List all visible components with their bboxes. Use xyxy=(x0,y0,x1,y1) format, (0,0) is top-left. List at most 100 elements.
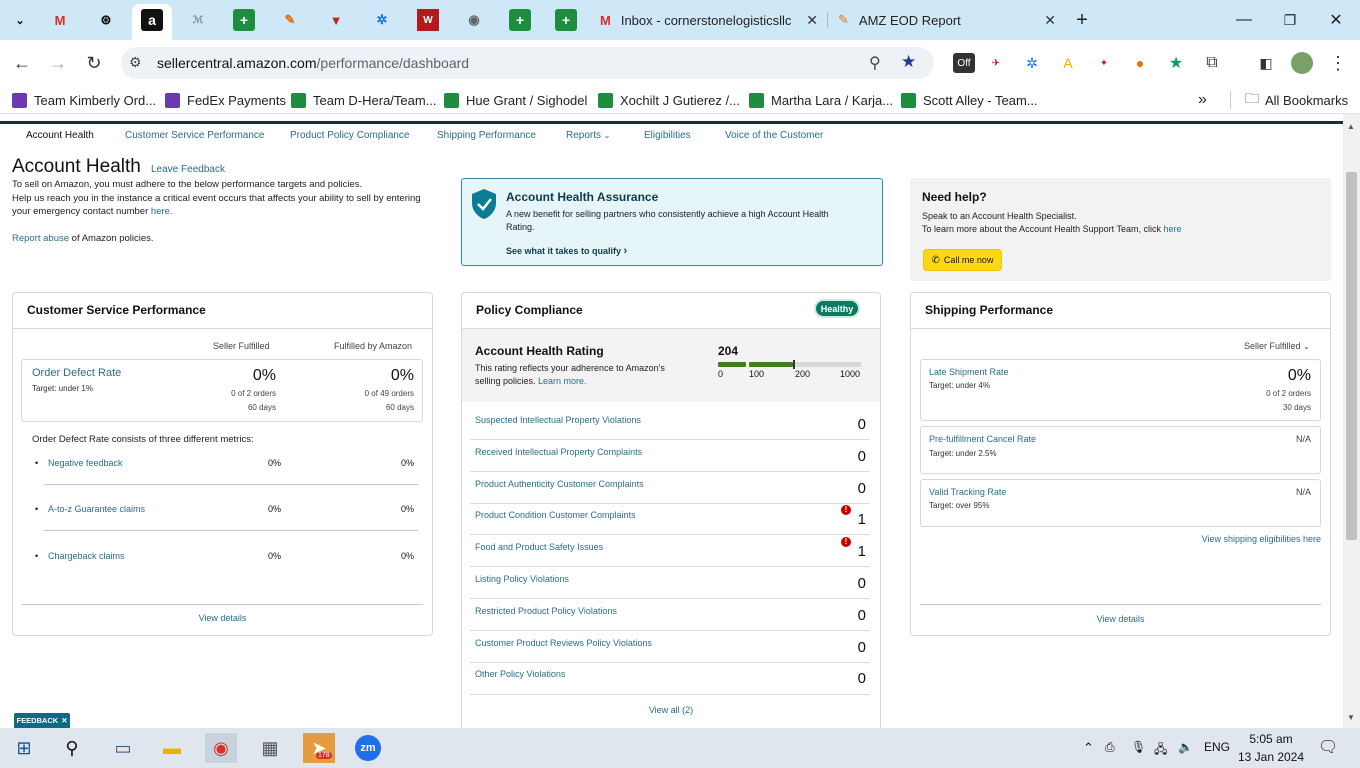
chrome-icon[interactable]: ◉ xyxy=(205,733,237,763)
windows-start-icon[interactable]: ⊞ xyxy=(8,733,40,763)
desktop-app-icon[interactable]: ▭ xyxy=(107,733,139,763)
policy-row-label[interactable]: Suspected Intellectual Property Violatio… xyxy=(475,415,641,425)
gmail-tab[interactable]: M Inbox - cornerstonelogisticsllc2 ✕ xyxy=(596,6,822,34)
zoom-app-icon[interactable]: zm xyxy=(352,733,384,763)
policy-view-all-link[interactable]: View all (2) xyxy=(462,705,880,715)
atoz-claims-link[interactable]: A-to-z Guarantee claims xyxy=(48,504,145,514)
policy-row-label[interactable]: Restricted Product Policy Violations xyxy=(475,606,617,616)
fulfillment-filter-dropdown[interactable]: Seller Fulfilled ⌄ xyxy=(1244,341,1310,351)
policy-row-label[interactable]: Customer Product Reviews Policy Violatio… xyxy=(475,638,652,648)
new-tab-button[interactable]: + xyxy=(1067,9,1097,31)
gmail-tab-icon[interactable]: M xyxy=(49,9,71,31)
bookmark-item[interactable]: Scott Alley - Team... xyxy=(901,91,1038,109)
ahr-learn-more-link[interactable]: Learn more. xyxy=(538,376,587,386)
clock-date[interactable]: 13 Jan 2024 xyxy=(1236,750,1306,764)
search-icon[interactable]: ⚲ xyxy=(56,733,88,763)
minimize-icon[interactable]: — xyxy=(1229,9,1259,31)
extension-off-icon[interactable]: Off xyxy=(953,53,975,73)
bookmarks-overflow-icon[interactable]: » xyxy=(1198,91,1207,109)
site-info-icon[interactable]: ⚙ xyxy=(129,54,142,71)
cancel-rate-link[interactable]: Pre-fulfillment Cancel Rate xyxy=(929,434,1036,444)
zoom-icon[interactable]: ⚲ xyxy=(869,53,881,73)
clock-time[interactable]: 5:05 am xyxy=(1240,732,1302,746)
policy-row-label[interactable]: Listing Policy Violations xyxy=(475,574,569,584)
shipping-view-details-link[interactable]: View details xyxy=(920,614,1321,624)
extension-icon[interactable]: ✲ xyxy=(1021,53,1043,73)
amz-eod-tab[interactable]: ✎ AMZ EOD Report ✕ xyxy=(834,6,1060,34)
file-explorer-icon[interactable]: ▬ xyxy=(156,733,188,763)
dispatch-tab-icon[interactable]: ▼ xyxy=(325,9,347,31)
url-text[interactable]: sellercentral.amazon.com/performance/das… xyxy=(157,55,469,71)
scroll-up-icon[interactable]: ▲ xyxy=(1347,122,1355,131)
leave-feedback-link[interactable]: Leave Feedback xyxy=(151,164,225,175)
close-tab-icon[interactable]: ✕ xyxy=(1044,12,1056,29)
subnav-reports[interactable]: Reports ⌄ xyxy=(566,130,611,141)
bookmark-item[interactable]: Team D-Hera/Team... xyxy=(291,91,437,109)
extension-icon[interactable]: A xyxy=(1057,53,1079,73)
scroll-down-icon[interactable]: ▼ xyxy=(1347,713,1355,722)
forward-icon[interactable]: → xyxy=(44,49,72,77)
odr-link[interactable]: Order Defect Rate xyxy=(32,367,121,379)
chrome-menu-icon[interactable]: ⋮ xyxy=(1324,49,1352,77)
report-abuse-link[interactable]: Report abuse xyxy=(12,233,69,244)
network-icon[interactable]: 🖧 xyxy=(1154,740,1167,761)
flock-tab-icon[interactable]: ✎ xyxy=(279,9,301,31)
bookmark-item[interactable]: FedEx Payments xyxy=(165,91,286,109)
extension-icon[interactable]: ★ xyxy=(1165,53,1187,73)
close-icon[interactable]: ✕ xyxy=(61,716,67,725)
csp-view-details-link[interactable]: View details xyxy=(22,613,423,623)
crm-tab-icon[interactable]: ✲ xyxy=(371,9,393,31)
close-tab-icon[interactable]: ✕ xyxy=(806,12,818,29)
bookmark-item[interactable]: Hue Grant / Sighodel xyxy=(444,91,587,109)
all-bookmarks[interactable]: 🗀 All Bookmarks xyxy=(1230,90,1348,109)
shipping-eligibility-link[interactable]: View shipping eligibilities here xyxy=(1150,534,1321,544)
volume-icon[interactable]: 🔈 xyxy=(1178,740,1193,754)
profile-avatar[interactable] xyxy=(1291,52,1313,74)
policy-row-label[interactable]: Received Intellectual Property Complaint… xyxy=(475,447,642,457)
policy-row-label[interactable]: Other Policy Violations xyxy=(475,669,565,679)
subnav-eligibilities[interactable]: Eligibilities xyxy=(644,130,691,141)
tray-overflow-icon[interactable]: ⌃ xyxy=(1083,740,1094,756)
extensions-puzzle-icon[interactable]: ⧉ xyxy=(1201,53,1223,73)
chatgpt-tab-icon[interactable]: ⊛ xyxy=(95,9,117,31)
call-me-now-button[interactable]: ✆ Call me now xyxy=(923,249,1002,271)
chargeback-claims-link[interactable]: Chargeback claims xyxy=(48,551,125,561)
bookmark-item[interactable]: Xochilt J Gutierez /... xyxy=(598,91,740,109)
subnav-account-health[interactable]: Account Health xyxy=(26,130,94,141)
reload-icon[interactable]: ↻ xyxy=(80,49,108,77)
subnav-customer-service[interactable]: Customer Service Performance xyxy=(125,130,265,141)
back-icon[interactable]: ← xyxy=(8,49,36,77)
calculator-icon[interactable]: ▦ xyxy=(254,733,286,763)
sheets-tab-icon[interactable]: + xyxy=(555,9,577,31)
emergency-contact-link[interactable]: here. xyxy=(151,206,173,217)
subnav-voice-of-customer[interactable]: Voice of the Customer xyxy=(725,130,823,141)
notifications-icon[interactable]: 🗨 xyxy=(1318,737,1338,757)
scrollbar-thumb[interactable] xyxy=(1346,172,1357,540)
sheets-tab-icon[interactable]: + xyxy=(233,9,255,31)
meet-now-icon[interactable]: ⎙ xyxy=(1105,740,1115,755)
bookmark-item[interactable]: Team Kimberly Ord... xyxy=(12,91,156,109)
microphone-icon[interactable]: 🎙 xyxy=(1131,740,1146,754)
policy-row-label[interactable]: Food and Product Safety Issues xyxy=(475,542,603,552)
restore-icon[interactable]: ❐ xyxy=(1275,9,1305,31)
subnav-shipping[interactable]: Shipping Performance xyxy=(437,130,536,141)
extension-icon[interactable]: ✦ xyxy=(1093,53,1115,73)
valid-tracking-link[interactable]: Valid Tracking Rate xyxy=(929,487,1006,497)
close-window-icon[interactable]: ✕ xyxy=(1321,9,1351,31)
bookmark-item[interactable]: Martha Lara / Karja... xyxy=(749,91,893,109)
globe-tab-icon[interactable]: ◉ xyxy=(463,9,485,31)
vw-tab-icon[interactable]: W xyxy=(417,9,439,31)
language-indicator[interactable]: ENG xyxy=(1204,740,1230,754)
policy-row-label[interactable]: Product Authenticity Customer Complaints xyxy=(475,479,644,489)
bookmark-star-icon[interactable]: ★ xyxy=(901,52,916,72)
tab-search-icon[interactable]: ⌄ xyxy=(9,9,31,31)
feedback-tab[interactable]: FEEDBACK ✕ xyxy=(14,713,70,728)
sheets-tab-icon[interactable]: + xyxy=(509,9,531,31)
qualify-link[interactable]: See what it takes to qualify › xyxy=(506,245,627,257)
tab-icon-generic[interactable]: ℳ xyxy=(187,9,209,31)
amazon-tab-icon[interactable]: a xyxy=(141,9,163,31)
policy-row-label[interactable]: Product Condition Customer Complaints xyxy=(475,510,636,520)
side-panel-icon[interactable]: ◧ xyxy=(1255,53,1277,73)
extension-icon[interactable]: ● xyxy=(1129,53,1151,73)
extension-icon[interactable]: ✈ xyxy=(985,53,1007,73)
